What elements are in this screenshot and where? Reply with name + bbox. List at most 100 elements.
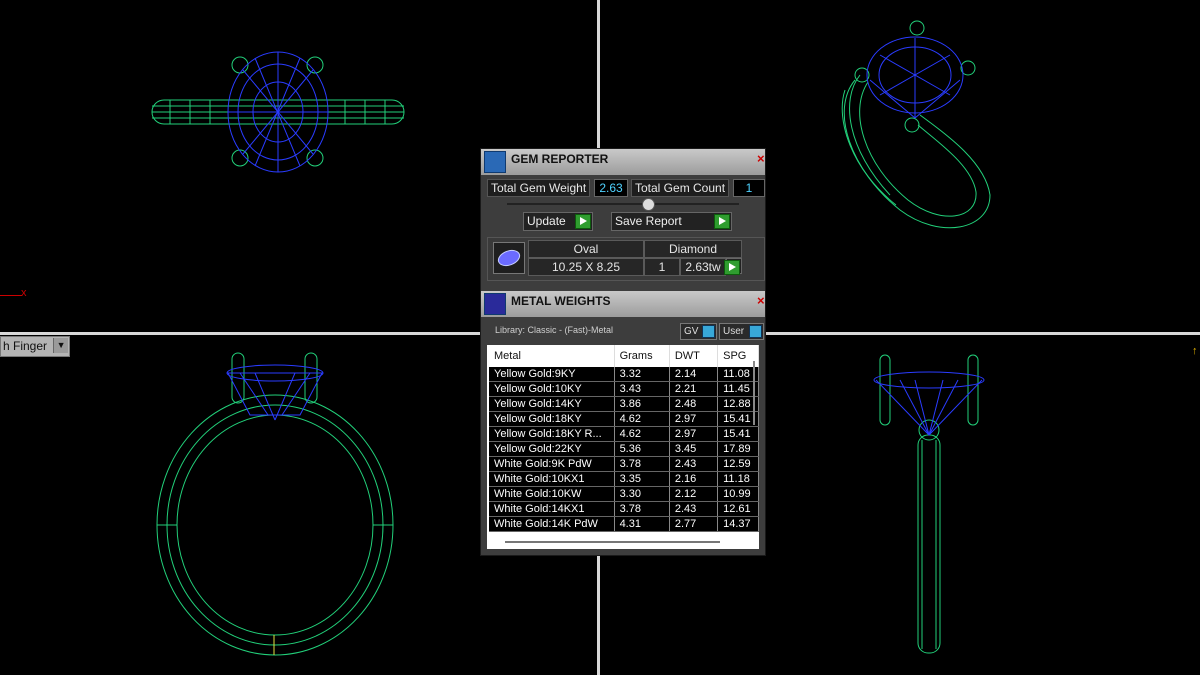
metal-name-cell: White Gold:9K PdW <box>489 456 615 472</box>
dwt-cell: 2.43 <box>669 456 719 472</box>
table-row[interactable]: White Gold:14KX1 3.78 2.43 12.61 <box>489 501 759 517</box>
gem-shape: Oval <box>528 240 644 258</box>
table-row[interactable]: White Gold:14K PdW 4.31 2.77 14.37 <box>489 516 759 532</box>
spg-cell: 12.61 <box>717 501 759 517</box>
metal-name-cell: Yellow Gold:22KY <box>489 441 615 457</box>
close-icon[interactable]: × <box>757 152 765 166</box>
metal-name-cell: White Gold:14KX1 <box>489 501 615 517</box>
table-row[interactable]: White Gold:10KX1 3.35 2.16 11.18 <box>489 471 759 487</box>
spg-cell: 17.89 <box>717 441 759 457</box>
dwt-cell: 2.43 <box>669 501 719 517</box>
update-button-label: Update <box>527 214 566 228</box>
gem-slider[interactable] <box>507 198 739 211</box>
dwt-cell: 2.12 <box>669 486 719 502</box>
spg-cell: 12.59 <box>717 456 759 472</box>
metal-name-cell: White Gold:14K PdW <box>489 516 615 532</box>
gem-reporter-panel[interactable]: GEM REPORTER × Total Gem Weight 2.63 Tot… <box>480 148 766 556</box>
grams-cell: 4.31 <box>614 516 670 532</box>
grams-cell: 4.62 <box>614 426 670 442</box>
dwt-cell: 2.97 <box>669 411 719 427</box>
total-gem-count-value: 1 <box>733 179 765 197</box>
gem-entry[interactable]: Oval Diamond 10.25 X 8.25 1 2.63tw <box>487 237 765 281</box>
table-row[interactable]: White Gold:10KW 3.30 2.12 10.99 <box>489 486 759 502</box>
info-icon <box>749 325 762 338</box>
gv-label: GV <box>684 326 699 337</box>
save-report-button-label: Save Report <box>615 214 682 228</box>
viewport-label-text: h Finger <box>3 339 48 353</box>
spg-cell: 14.37 <box>717 516 759 532</box>
play-icon <box>724 260 740 275</box>
dwt-cell: 3.45 <box>669 441 719 457</box>
metal-name-cell: Yellow Gold:18KY R... <box>489 426 615 442</box>
dwt-cell: 2.48 <box>669 396 719 412</box>
gem-reporter-titlebar[interactable]: GEM REPORTER × <box>481 149 765 175</box>
total-gem-count-label: Total Gem Count <box>631 179 730 197</box>
gem-count: 1 <box>644 258 680 276</box>
gem-size: 10.25 X 8.25 <box>528 258 644 276</box>
info-icon <box>702 325 715 338</box>
metal-weights-title: METAL WEIGHTS <box>511 294 611 308</box>
user-label: User <box>723 326 745 337</box>
metal-name-cell: Yellow Gold:9KY <box>489 367 615 382</box>
grams-cell: 3.78 <box>614 456 670 472</box>
table-row[interactable]: Yellow Gold:10KY 3.43 2.21 11.45 <box>489 381 759 397</box>
update-button[interactable]: Update <box>523 212 593 231</box>
grams-cell: 3.43 <box>614 381 670 397</box>
table-row[interactable]: Yellow Gold:22KY 5.36 3.45 17.89 <box>489 441 759 457</box>
table-row[interactable]: Yellow Gold:18KY R... 4.62 2.97 15.41 <box>489 426 759 442</box>
grams-cell: 4.62 <box>614 411 670 427</box>
gem-reporter-title: GEM REPORTER <box>511 152 609 166</box>
slider-knob[interactable] <box>642 198 655 211</box>
metal-name-cell: White Gold:10KW <box>489 486 615 502</box>
metal-name-cell: Yellow Gold:10KY <box>489 381 615 397</box>
gv-toggle[interactable]: GV <box>680 323 717 340</box>
grams-cell: 3.35 <box>614 471 670 487</box>
x-axis-indicator <box>0 295 22 296</box>
spg-cell: 11.18 <box>717 471 759 487</box>
column-header-metal[interactable]: Metal <box>489 345 615 367</box>
grams-cell: 3.78 <box>614 501 670 517</box>
metal-name-cell: Yellow Gold:18KY <box>489 411 615 427</box>
spg-cell: 10.99 <box>717 486 759 502</box>
chevron-down-icon[interactable]: ▼ <box>53 338 69 353</box>
oval-gem-icon <box>493 242 525 274</box>
metal-weights-icon <box>484 293 506 315</box>
vertical-scrollbar[interactable] <box>753 361 755 425</box>
dwt-cell: 2.97 <box>669 426 719 442</box>
dwt-cell: 2.14 <box>669 367 719 382</box>
table-row[interactable]: White Gold:9K PdW 3.78 2.43 12.59 <box>489 456 759 472</box>
grams-cell: 3.30 <box>614 486 670 502</box>
gem-weight: 2.63tw <box>680 258 726 276</box>
dwt-cell: 2.16 <box>669 471 719 487</box>
x-axis-label: x <box>21 287 27 299</box>
metal-name-cell: Yellow Gold:14KY <box>489 396 615 412</box>
play-icon <box>575 214 591 229</box>
gem-type: Diamond <box>644 240 742 258</box>
gizmo-marker: ↑ <box>1192 345 1198 357</box>
table-row[interactable]: Yellow Gold:9KY 3.32 2.14 11.08 <box>489 367 759 382</box>
total-gem-weight-label: Total Gem Weight <box>487 179 591 197</box>
metal-weights-titlebar[interactable]: METAL WEIGHTS × <box>481 291 765 317</box>
grams-cell: 3.86 <box>614 396 670 412</box>
gem-detail-button[interactable] <box>724 258 742 275</box>
grams-cell: 3.32 <box>614 367 670 382</box>
horizontal-scrollbar[interactable] <box>505 541 720 543</box>
save-report-button[interactable]: Save Report <box>611 212 732 231</box>
metal-name-cell: White Gold:10KX1 <box>489 471 615 487</box>
close-icon[interactable]: × <box>757 294 765 308</box>
user-toggle[interactable]: User <box>719 323 764 340</box>
metal-library-label: Library: Classic - (Fast)-Metal <box>495 325 614 335</box>
spg-cell: 15.41 <box>717 426 759 442</box>
column-header-grams[interactable]: Grams <box>614 345 670 367</box>
column-header-dwt[interactable]: DWT <box>669 345 719 367</box>
play-icon <box>714 214 730 229</box>
table-row[interactable]: Yellow Gold:18KY 4.62 2.97 15.41 <box>489 411 759 427</box>
dwt-cell: 2.77 <box>669 516 719 532</box>
total-gem-weight-value: 2.63 <box>594 179 628 197</box>
table-row[interactable]: Yellow Gold:14KY 3.86 2.48 12.88 <box>489 396 759 412</box>
dwt-cell: 2.21 <box>669 381 719 397</box>
viewport-label[interactable]: h Finger ▼ <box>0 336 71 357</box>
grams-cell: 5.36 <box>614 441 670 457</box>
gem-report-icon <box>484 151 506 173</box>
metal-weights-table[interactable]: Metal Grams DWT SPG Yellow Gold:9KY 3.32 2… <box>487 345 759 549</box>
